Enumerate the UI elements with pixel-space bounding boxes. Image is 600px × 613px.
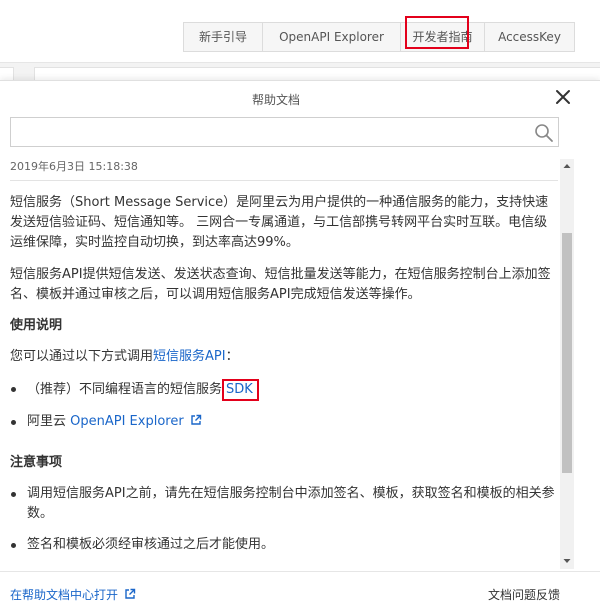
- doc-feedback-link[interactable]: 文档问题反馈: [488, 586, 560, 603]
- tab-developer-guide[interactable]: 开发者指南: [401, 22, 485, 52]
- list-item: 签名和模板必须经审核通过之后才能使用。: [10, 535, 558, 555]
- intro-paragraph-1: 短信服务（Short Message Service）是阿里云为用户提供的一种通…: [10, 195, 549, 250]
- tab-openapi-explorer[interactable]: OpenAPI Explorer: [263, 22, 401, 52]
- help-panel: 帮助文档 2019年6月3日 15:18:38 短信服务（Short Messa…: [0, 80, 600, 613]
- list-item: （推荐）不同编程语言的短信服务 SDK: [10, 379, 558, 401]
- notes-list: 调用短信服务API之前，请先在短信服务控制台中添加签名、模板，获取签名和模板的相…: [10, 484, 558, 555]
- sdk-item-text: （推荐）不同编程语言的短信服务: [27, 382, 223, 397]
- notes-heading: 注意事项: [10, 455, 63, 470]
- scroll-up-arrow-icon[interactable]: [562, 161, 572, 171]
- top-toolbar: 新手引导 OpenAPI Explorer 开发者指南 AccessKey: [0, 0, 600, 62]
- content-scrollbar[interactable]: [560, 159, 574, 569]
- toolbar-tabs: 新手引导 OpenAPI Explorer 开发者指南 AccessKey: [183, 22, 575, 52]
- tab-accesskey[interactable]: AccessKey: [485, 22, 575, 52]
- search-icon[interactable]: [534, 123, 554, 143]
- scrollbar-thumb[interactable]: [562, 233, 572, 473]
- doc-content: 2019年6月3日 15:18:38 短信服务（Short Message Se…: [10, 159, 558, 567]
- usage-list: （推荐）不同编程语言的短信服务 SDK 阿里云 OpenAPI Explorer: [10, 379, 558, 432]
- panel-title: 帮助文档: [251, 93, 300, 107]
- scroll-down-arrow-icon[interactable]: [562, 556, 572, 566]
- usage-heading: 使用说明: [10, 318, 63, 333]
- external-link-icon: [125, 588, 136, 599]
- sdk-link[interactable]: SDK: [226, 382, 253, 397]
- search-box: [10, 117, 559, 147]
- list-item: 调用短信服务API之前，请先在短信服务控制台中添加签名、模板，获取签名和模板的相…: [10, 484, 558, 524]
- usage-text: 您可以通过以下方式调用短信服务API：: [10, 347, 558, 367]
- usage-text-prefix: 您可以通过以下方式调用: [10, 349, 154, 364]
- content-divider: [10, 180, 558, 181]
- tab-beginner-guide[interactable]: 新手引导: [183, 22, 263, 52]
- panel-header: 帮助文档: [0, 81, 600, 115]
- openapi-item-text: 阿里云: [27, 414, 71, 429]
- search-input[interactable]: [17, 122, 517, 142]
- doc-date: 2019年6月3日 15:18:38: [10, 160, 138, 173]
- openapi-explorer-link[interactable]: OpenAPI Explorer: [70, 414, 184, 429]
- open-in-help-center-label: 在帮助文档中心打开: [10, 588, 119, 602]
- background-strip: [0, 62, 600, 83]
- sms-api-link[interactable]: 短信服务API: [153, 349, 226, 364]
- panel-footer: 在帮助文档中心打开 文档问题反馈: [0, 571, 600, 613]
- usage-text-colon: ：: [225, 349, 239, 364]
- sdk-highlight: SDK: [222, 379, 259, 401]
- external-link-icon[interactable]: [190, 414, 202, 426]
- list-item: 阿里云 OpenAPI Explorer: [10, 412, 558, 432]
- close-icon[interactable]: [554, 88, 572, 106]
- open-in-help-center-link[interactable]: 在帮助文档中心打开: [10, 586, 136, 603]
- intro-paragraph-2: 短信服务API提供短信发送、发送状态查询、短信批量发送等能力，在短信服务控制台上…: [10, 267, 551, 302]
